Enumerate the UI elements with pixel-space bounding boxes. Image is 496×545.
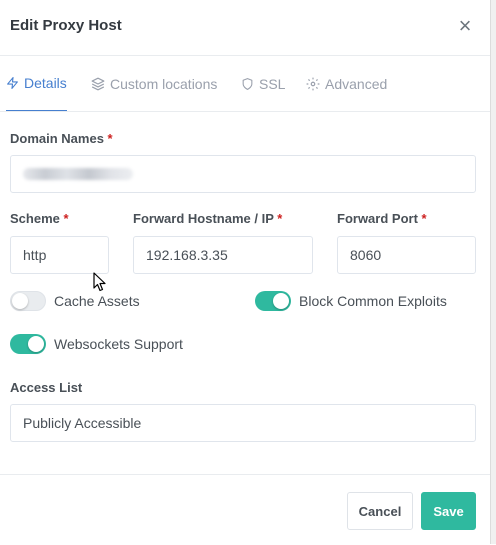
modal-header: Edit Proxy Host × bbox=[0, 0, 490, 56]
scheme-label: Scheme * bbox=[10, 211, 69, 226]
tab-label: Advanced bbox=[325, 75, 388, 92]
cache-assets-toggle[interactable]: Cache Assets bbox=[10, 291, 140, 311]
websockets-support-toggle[interactable]: Websockets Support bbox=[10, 334, 183, 354]
edit-proxy-host-modal: Edit Proxy Host × Details Custom locatio… bbox=[0, 0, 490, 544]
bolt-icon bbox=[7, 77, 18, 89]
forward-hostname-label: Forward Hostname / IP * bbox=[133, 211, 283, 226]
forward-hostname-input[interactable]: 192.168.3.35 bbox=[133, 236, 313, 274]
block-common-exploits-toggle[interactable]: Block Common Exploits bbox=[255, 291, 447, 311]
toggle-label: Websockets Support bbox=[54, 336, 183, 352]
scheme-input[interactable]: http bbox=[10, 236, 109, 274]
toggle-switch-off[interactable] bbox=[10, 291, 46, 311]
tab-label: SSL bbox=[259, 75, 286, 92]
layers-icon bbox=[91, 77, 105, 90]
tab-label: Details bbox=[24, 75, 67, 91]
toggle-switch-on[interactable] bbox=[255, 291, 291, 311]
tab-ssl[interactable]: SSL bbox=[241, 56, 285, 111]
toggle-label: Cache Assets bbox=[54, 293, 140, 309]
save-button[interactable]: Save bbox=[421, 492, 476, 530]
access-list-label: Access List bbox=[10, 380, 83, 395]
toggle-switch-on[interactable] bbox=[10, 334, 46, 354]
tab-custom-locations[interactable]: Custom locations bbox=[91, 56, 217, 111]
modal-title: Edit Proxy Host bbox=[10, 17, 122, 34]
tab-bar: Details Custom locations SSL Advanced bbox=[0, 56, 490, 112]
forward-port-label: Forward Port * bbox=[337, 211, 427, 226]
access-list-select[interactable]: Publicly Accessible bbox=[10, 404, 476, 442]
redacted-domain-chip bbox=[23, 168, 133, 180]
gear-icon bbox=[306, 77, 320, 90]
modal-footer: Cancel Save bbox=[0, 474, 490, 545]
domain-names-label: Domain Names * bbox=[10, 131, 113, 146]
toggle-label: Block Common Exploits bbox=[299, 293, 447, 309]
domain-names-input[interactable] bbox=[10, 155, 476, 193]
forward-port-input[interactable]: 8060 bbox=[337, 236, 476, 274]
shield-icon bbox=[242, 77, 253, 90]
close-icon[interactable]: × bbox=[456, 15, 474, 37]
tab-advanced[interactable]: Advanced bbox=[306, 56, 387, 111]
mouse-cursor-icon bbox=[93, 272, 106, 292]
tab-details[interactable]: Details bbox=[6, 56, 67, 111]
tab-label: Custom locations bbox=[110, 75, 218, 92]
window-edge bbox=[490, 0, 496, 544]
cancel-button[interactable]: Cancel bbox=[347, 492, 413, 530]
